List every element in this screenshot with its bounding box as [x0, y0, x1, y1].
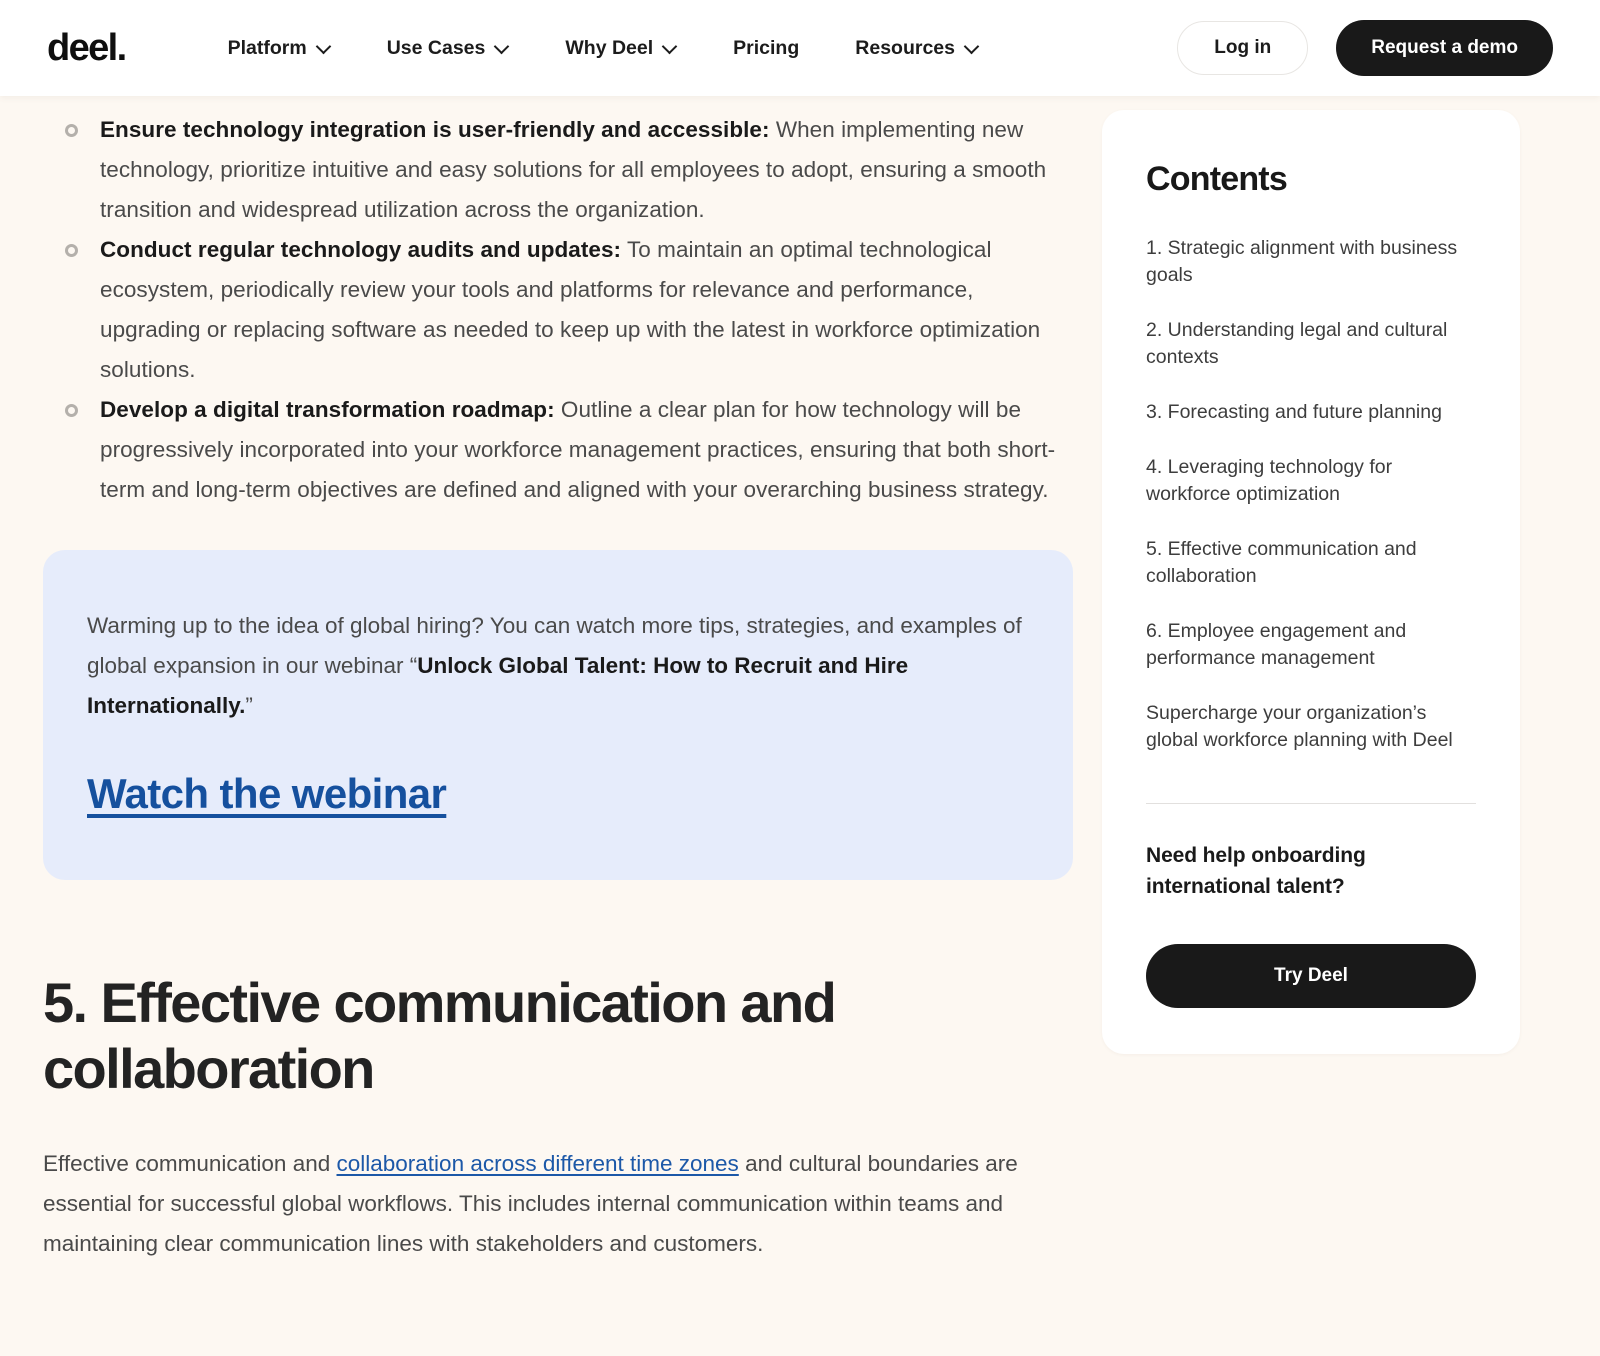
sidebar-cta-heading: Need help onboarding international talen…	[1146, 844, 1366, 899]
paragraph-text-before: Effective communication and	[43, 1151, 337, 1176]
main-nav-links: Platform Use Cases Why Deel Pricing Reso…	[200, 27, 1007, 70]
sidebar-item-4[interactable]: 4. Leveraging technology for workforce o…	[1146, 454, 1476, 508]
callout-text-after: ”	[245, 693, 253, 718]
try-deel-button[interactable]: Try Deel	[1146, 944, 1476, 1009]
ring-bullet-icon	[65, 244, 78, 257]
chevron-down-icon	[318, 40, 331, 53]
sidebar-item-supercharge[interactable]: Supercharge your organization’s global w…	[1146, 700, 1476, 754]
nav-item-label: Pricing	[733, 36, 800, 59]
nav-item-label: Use Cases	[386, 36, 486, 59]
request-demo-button[interactable]: Request a demo	[1336, 20, 1553, 76]
callout-paragraph: Warming up to the idea of global hiring?…	[87, 606, 1029, 726]
ring-bullet-icon	[65, 404, 78, 417]
sidebar-item-3[interactable]: 3. Forecasting and future planning	[1146, 399, 1476, 426]
chevron-down-icon	[496, 40, 509, 53]
collaboration-time-zones-link[interactable]: collaboration across different time zone…	[337, 1151, 739, 1176]
list-item: Develop a digital transformation roadmap…	[43, 390, 1073, 510]
nav-item-platform[interactable]: Platform	[200, 27, 359, 70]
nav-item-pricing[interactable]: Pricing	[705, 27, 827, 70]
nav-actions: Log in Request a demo	[1177, 20, 1553, 76]
top-navigation-bar: deel. Platform Use Cases Why Deel Pricin…	[0, 0, 1600, 96]
sidebar-item-5[interactable]: 5. Effective communication and collabora…	[1146, 536, 1476, 590]
log-in-button[interactable]: Log in	[1177, 21, 1309, 75]
page-content: Ensure technology integration is user-fr…	[0, 96, 1600, 1264]
nav-item-label: Resources	[855, 36, 955, 59]
sidebar-item-2[interactable]: 2. Understanding legal and cultural cont…	[1146, 317, 1476, 371]
nav-item-label: Why Deel	[565, 36, 654, 59]
ring-bullet-icon	[65, 124, 78, 137]
list-item: Ensure technology integration is user-fr…	[43, 110, 1073, 230]
sidebar-divider	[1146, 803, 1476, 805]
nav-item-label: Platform	[227, 36, 307, 59]
contents-title: Contents	[1146, 160, 1288, 198]
webinar-callout-box: Warming up to the idea of global hiring?…	[43, 550, 1073, 880]
sidebar-item-6[interactable]: 6. Employee engagement and performance m…	[1146, 618, 1476, 672]
bullet-lead-text: Conduct regular technology audits and up…	[100, 237, 622, 262]
bullet-lead-text: Ensure technology integration is user-fr…	[100, 117, 770, 142]
nav-item-use-cases[interactable]: Use Cases	[359, 27, 538, 70]
section-heading: 5. Effective communication and collabora…	[43, 971, 837, 1100]
chevron-down-icon	[664, 40, 677, 53]
deel-logo[interactable]: deel.	[47, 29, 127, 67]
contents-sidebar-card: Contents 1. Strategic alignment with bus…	[1102, 110, 1520, 1055]
bullet-lead-text: Develop a digital transformation roadmap…	[100, 397, 555, 422]
list-item: Conduct regular technology audits and up…	[43, 230, 1073, 390]
chevron-down-icon	[966, 40, 979, 53]
recommendation-bullet-list: Ensure technology integration is user-fr…	[43, 110, 1073, 510]
nav-item-why-deel[interactable]: Why Deel	[537, 27, 705, 70]
sidebar-item-1[interactable]: 1. Strategic alignment with business goa…	[1146, 235, 1476, 289]
nav-item-resources[interactable]: Resources	[827, 27, 1007, 70]
watch-the-webinar-link[interactable]: Watch the webinar	[87, 770, 447, 818]
section-paragraph: Effective communication and collaboratio…	[43, 1144, 1073, 1264]
article-column: Ensure technology integration is user-fr…	[43, 110, 1073, 1264]
